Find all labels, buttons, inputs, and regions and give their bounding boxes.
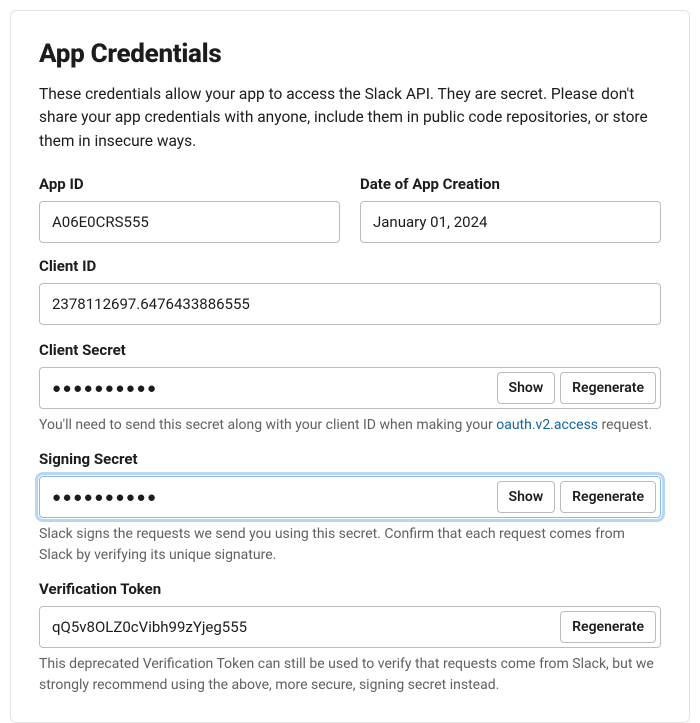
oauth-access-link[interactable]: oauth.v2.access (496, 417, 598, 433)
verification-token-field-group: Verification Token Regenerate (39, 580, 661, 648)
date-created-input[interactable] (373, 202, 656, 242)
verification-token-helper: This deprecated Verification Token can s… (39, 654, 661, 696)
signing-secret-helper: Slack signs the requests we send you usi… (39, 524, 661, 566)
client-secret-label: Client Secret (39, 341, 661, 359)
signing-secret-input-wrap: ●●●●●●●●●● Show Regenerate (39, 476, 661, 518)
app-id-input[interactable] (52, 202, 335, 242)
client-id-input-wrap (39, 283, 661, 325)
signing-secret-label: Signing Secret (39, 450, 661, 468)
client-secret-field-group: Client Secret ●●●●●●●●●● Show Regenerate (39, 341, 661, 409)
date-created-label: Date of App Creation (360, 175, 661, 193)
client-secret-helper: You'll need to send this secret along wi… (39, 415, 661, 436)
date-created-field-group: Date of App Creation (360, 175, 661, 243)
client-id-input[interactable] (52, 284, 656, 324)
client-secret-regenerate-button[interactable]: Regenerate (560, 372, 656, 404)
app-id-label: App ID (39, 175, 340, 193)
signing-secret-regenerate-button[interactable]: Regenerate (560, 481, 656, 513)
page-description: These credentials allow your app to acce… (39, 83, 661, 153)
client-id-label: Client ID (39, 257, 661, 275)
client-id-field-group: Client ID (39, 257, 661, 325)
client-secret-show-button[interactable]: Show (497, 372, 556, 404)
date-created-input-wrap (360, 201, 661, 243)
client-secret-masked: ●●●●●●●●●● (52, 368, 158, 408)
credentials-card: App Credentials These credentials allow … (10, 10, 690, 723)
client-secret-input-wrap: ●●●●●●●●●● Show Regenerate (39, 367, 661, 409)
verification-token-regenerate-button[interactable]: Regenerate (560, 611, 656, 643)
verification-token-input-wrap: Regenerate (39, 606, 661, 648)
app-id-field-group: App ID (39, 175, 340, 243)
verification-token-input[interactable] (52, 607, 560, 647)
signing-secret-field-group: Signing Secret ●●●●●●●●●● Show Regenerat… (39, 450, 661, 518)
signing-secret-masked: ●●●●●●●●●● (52, 477, 158, 517)
app-id-input-wrap (39, 201, 340, 243)
page-title: App Credentials (39, 39, 661, 69)
verification-token-label: Verification Token (39, 580, 661, 598)
signing-secret-show-button[interactable]: Show (497, 481, 556, 513)
